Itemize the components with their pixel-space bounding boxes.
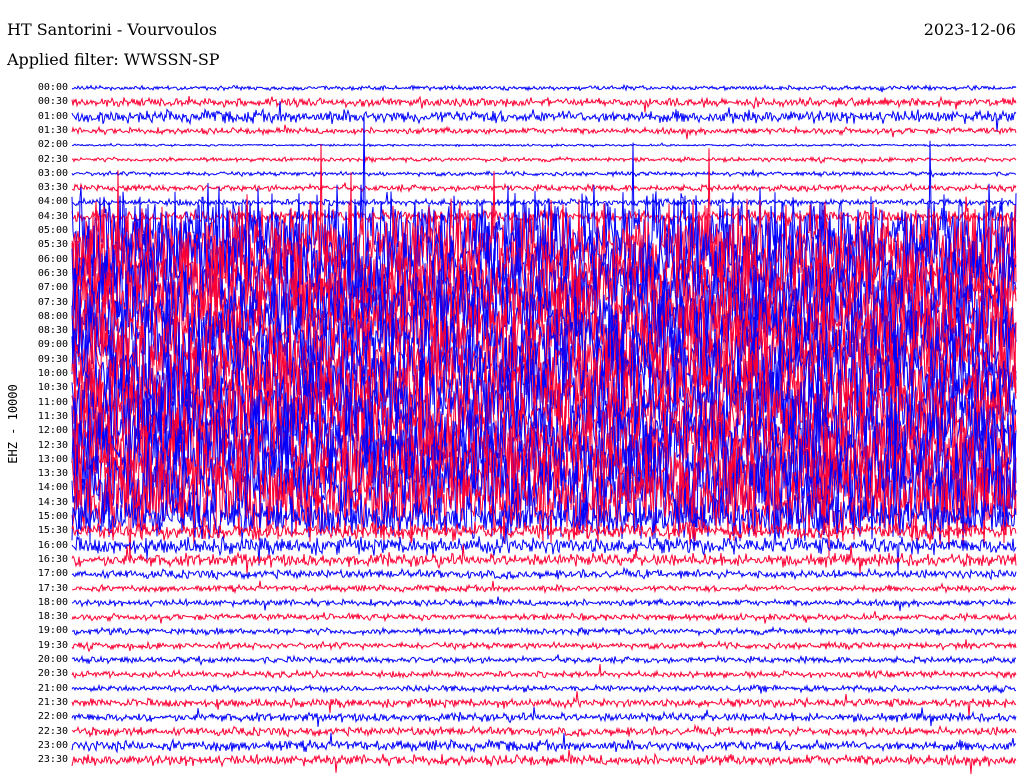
- trace-row-2200: [71, 707, 1017, 727]
- trace-row-1830: [71, 611, 1017, 624]
- trace-row-2130: [71, 691, 1017, 717]
- trace-row-2230: [71, 723, 1017, 739]
- trace-row-1930: [71, 639, 1017, 653]
- trace-row-0400: [71, 192, 1017, 208]
- trace-row-0000: [71, 83, 1017, 93]
- trace-row-1800: [71, 596, 1017, 612]
- trace-row-0130: [71, 124, 1017, 140]
- trace-row-2030: [71, 663, 1017, 680]
- helicorder-plot: [71, 83, 1017, 775]
- trace-row-0230: [71, 155, 1017, 165]
- trace-row-1700: [71, 566, 1017, 581]
- trace-row-2100: [71, 683, 1016, 694]
- trace-row-0030: [71, 95, 1017, 113]
- trace-row-0330: [71, 182, 1017, 194]
- trace-row-2000: [71, 654, 1017, 667]
- trace-row-0300: [71, 169, 1017, 178]
- trace-row-2300: [71, 732, 1016, 754]
- trace-row-1900: [72, 625, 1017, 638]
- trace-row-0100: [71, 101, 1017, 132]
- trace-row-2330: [71, 749, 1017, 775]
- trace-row-0200: [71, 142, 1017, 149]
- trace-row-1730: [72, 580, 1017, 595]
